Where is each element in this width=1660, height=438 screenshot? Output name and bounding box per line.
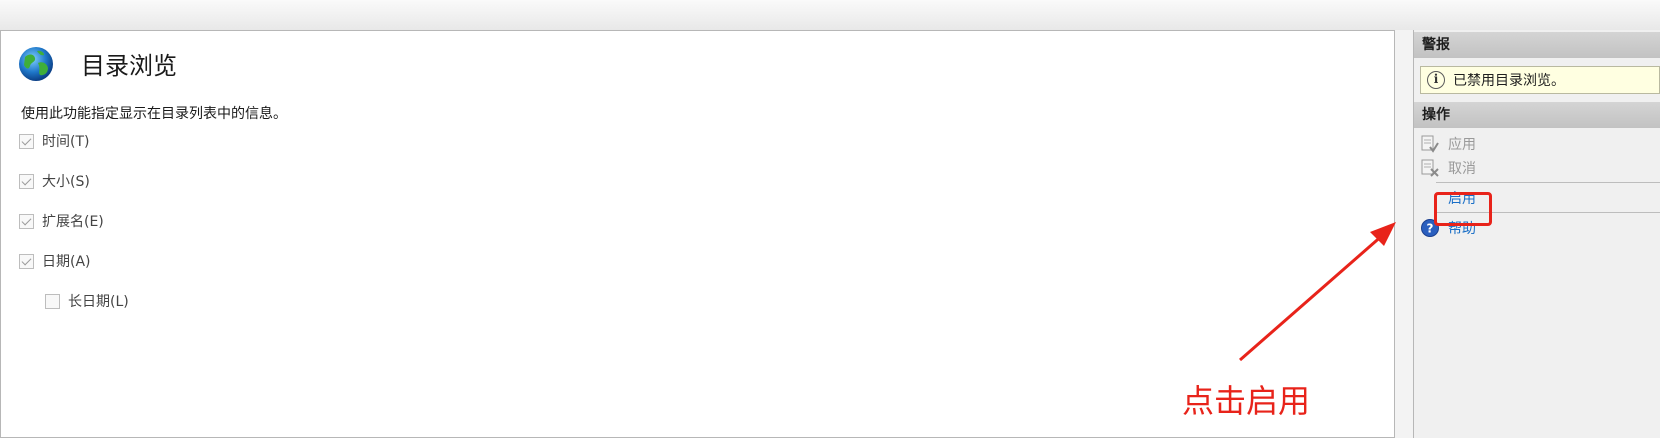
checkbox-date[interactable]	[19, 253, 34, 269]
option-long-date[interactable]: 长日期(L)	[45, 291, 129, 311]
alert-text: 已禁用目录浏览。	[1453, 73, 1565, 89]
window-top-bar	[0, 0, 1660, 30]
annotation-highlight-box	[1434, 192, 1492, 226]
actions-separator	[1436, 182, 1660, 183]
cancel-icon	[1421, 159, 1439, 177]
option-long-date-label: 长日期(L)	[68, 294, 129, 310]
option-date[interactable]: 日期(A)	[19, 251, 91, 271]
annotation-text: 点击启用	[1182, 382, 1311, 420]
alerts-header: 警报	[1414, 32, 1660, 58]
checkbox-time[interactable]	[19, 133, 34, 149]
option-size-label: 大小(S)	[42, 174, 90, 190]
option-size[interactable]: 大小(S)	[19, 171, 90, 191]
apply-icon	[1421, 135, 1439, 153]
page-description: 使用此功能指定显示在目录列表中的信息。	[21, 106, 287, 122]
checkbox-long-date[interactable]	[45, 293, 60, 309]
checkbox-extension[interactable]	[19, 213, 34, 229]
action-apply[interactable]: 应用	[1420, 134, 1476, 154]
actions-header: 操作	[1414, 102, 1660, 128]
page-title: 目录浏览	[81, 52, 177, 80]
alert-message: i 已禁用目录浏览。	[1420, 66, 1660, 94]
option-date-label: 日期(A)	[42, 254, 91, 270]
option-extension-label: 扩展名(E)	[42, 214, 104, 230]
info-icon: i	[1427, 71, 1445, 89]
option-time[interactable]: 时间(T)	[19, 131, 89, 151]
actions-pane: 警报 i 已禁用目录浏览。 操作 应用 取消 启用 ? 帮助	[1413, 30, 1660, 438]
action-cancel-label: 取消	[1448, 161, 1476, 177]
option-time-label: 时间(T)	[42, 134, 90, 150]
svg-text:?: ?	[1427, 222, 1434, 236]
option-extension[interactable]: 扩展名(E)	[19, 211, 104, 231]
action-apply-label: 应用	[1448, 137, 1476, 153]
globe-icon	[19, 47, 53, 81]
checkbox-size[interactable]	[19, 173, 34, 189]
action-cancel[interactable]: 取消	[1420, 158, 1476, 178]
